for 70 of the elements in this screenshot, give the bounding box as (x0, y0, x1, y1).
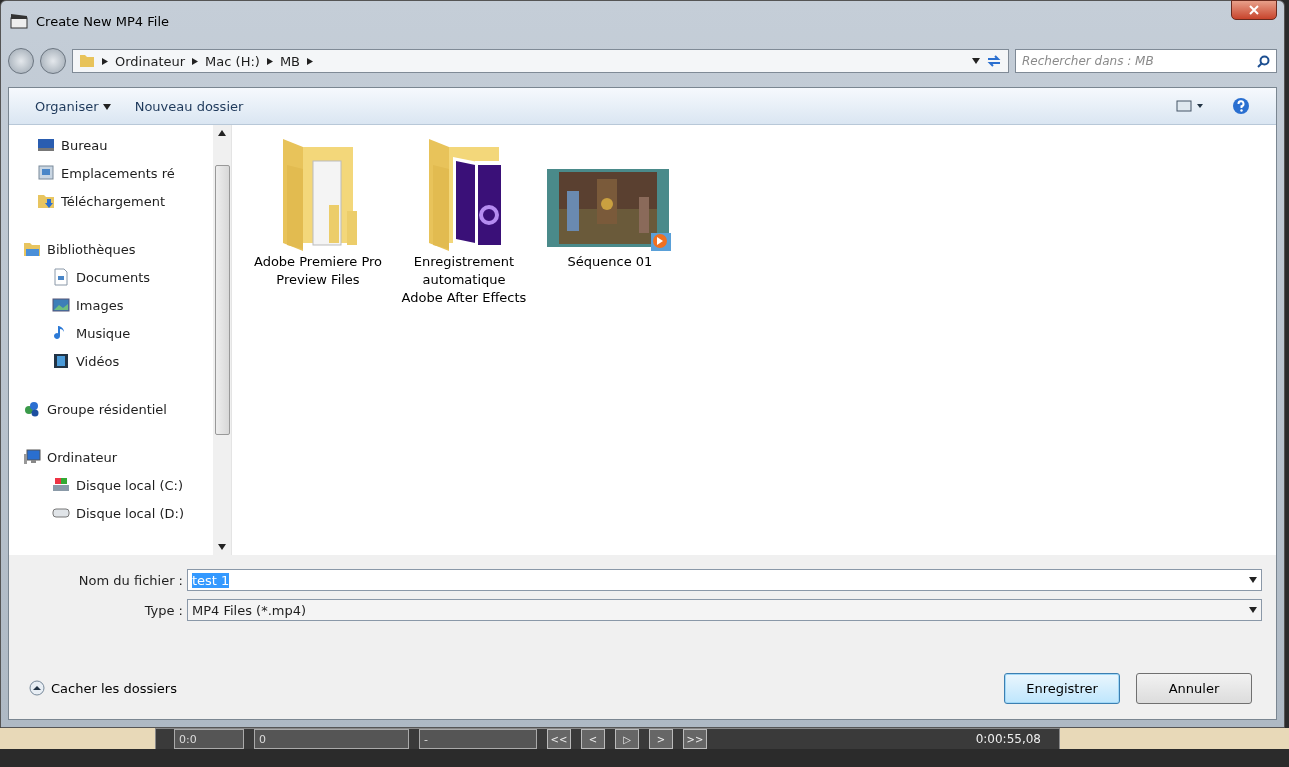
caret-icon (1249, 606, 1257, 614)
chevron-icon (265, 57, 274, 65)
sidebar-item[interactable]: Images (9, 291, 213, 319)
chevron-icon (101, 57, 109, 65)
scroll-up-icon (218, 129, 226, 137)
computer-icon (37, 164, 55, 182)
search-icon (1257, 54, 1270, 68)
sidebar-item[interactable]: Vidéos (9, 347, 213, 375)
sidebar-item[interactable]: Emplacements ré (9, 159, 213, 187)
transport-button[interactable]: << (547, 729, 571, 749)
file-item[interactable]: Enregistrement automatique Adobe After Effects (400, 135, 528, 307)
close-icon (1249, 5, 1259, 15)
chevron-icon (191, 57, 200, 65)
field-label: Type : (143, 602, 184, 618)
search-field[interactable]: Rechercher dans : MB (1015, 49, 1277, 73)
help-icon[interactable] (1232, 97, 1250, 115)
breadcrumb[interactable]: MB (279, 53, 300, 69)
image-icon (52, 296, 70, 314)
view-options-icon[interactable] (1176, 100, 1204, 112)
forward-button[interactable] (40, 48, 66, 74)
dropdown[interactable]: 0:0 (174, 729, 244, 749)
hide-folders-toggle[interactable]: Cacher les dossiers (29, 680, 177, 696)
chevron-icon (306, 57, 314, 65)
monitor-icon (37, 136, 55, 154)
transport-button[interactable]: ▷ (615, 729, 639, 749)
back-button[interactable] (8, 48, 34, 74)
sidebar-item[interactable]: Disque local (D:) (9, 499, 213, 527)
window-title: Create New MP4 File (36, 13, 170, 29)
type-dropdown[interactable]: MP4 Files (*.mp4) (187, 599, 1262, 621)
sidebar-item[interactable]: Musique (9, 319, 213, 347)
folder-icon (79, 53, 95, 69)
caret-icon (972, 57, 980, 65)
library-icon (23, 240, 41, 258)
clapperboard-icon (10, 13, 28, 29)
sidebar-item[interactable]: Groupe résidentiel (9, 395, 213, 423)
refresh-icon[interactable] (986, 54, 1002, 68)
scrollbar[interactable] (213, 125, 231, 555)
sidebar-item[interactable]: Ordinateur (9, 443, 213, 471)
save-button[interactable]: Enregistrer (1004, 672, 1120, 704)
drive-icon (52, 476, 70, 494)
timecode: 0:00:55,08 (975, 732, 1041, 746)
cancel-button[interactable]: Annuler (1136, 672, 1252, 704)
scroll-down-icon (218, 543, 226, 551)
organize-menu[interactable]: Organiser (35, 98, 111, 114)
collapse-icon (29, 680, 45, 696)
network-icon (23, 400, 41, 418)
download-folder-icon (37, 192, 55, 210)
sidebar-item[interactable]: Documents (9, 263, 213, 291)
dropdown[interactable]: - (419, 729, 537, 749)
file-item[interactable]: Adobe Premiere Pro Preview Files (254, 135, 382, 289)
new-folder-button[interactable]: Nouveau dossier (134, 98, 244, 114)
breadcrumb[interactable]: Mac (H:) (205, 53, 260, 69)
sidebar-item[interactable]: Bureau (9, 131, 213, 159)
address-bar[interactable]: Ordinateur Mac (H:) MB (72, 49, 1009, 73)
sidebar-item[interactable]: Disque local (C:) (9, 471, 213, 499)
transport-button[interactable]: >> (683, 729, 707, 749)
dropdown[interactable]: 0 (254, 729, 409, 749)
close-button[interactable] (1231, 0, 1277, 20)
caret-icon (1249, 576, 1257, 584)
transport-button[interactable]: > (649, 729, 673, 749)
caret-icon (102, 102, 111, 111)
film-icon (52, 352, 70, 370)
computer-icon (23, 448, 41, 466)
sidebar-item[interactable]: Bibliothèques (9, 235, 213, 263)
transport-button[interactable]: < (581, 729, 605, 749)
sidebar-item[interactable]: Téléchargement (9, 187, 213, 215)
document-icon (52, 268, 70, 286)
file-item[interactable]: Séquence 01 (546, 135, 674, 271)
field-label: Nom du fichier : (77, 572, 184, 588)
breadcrumb[interactable]: Ordinateur (115, 53, 186, 69)
